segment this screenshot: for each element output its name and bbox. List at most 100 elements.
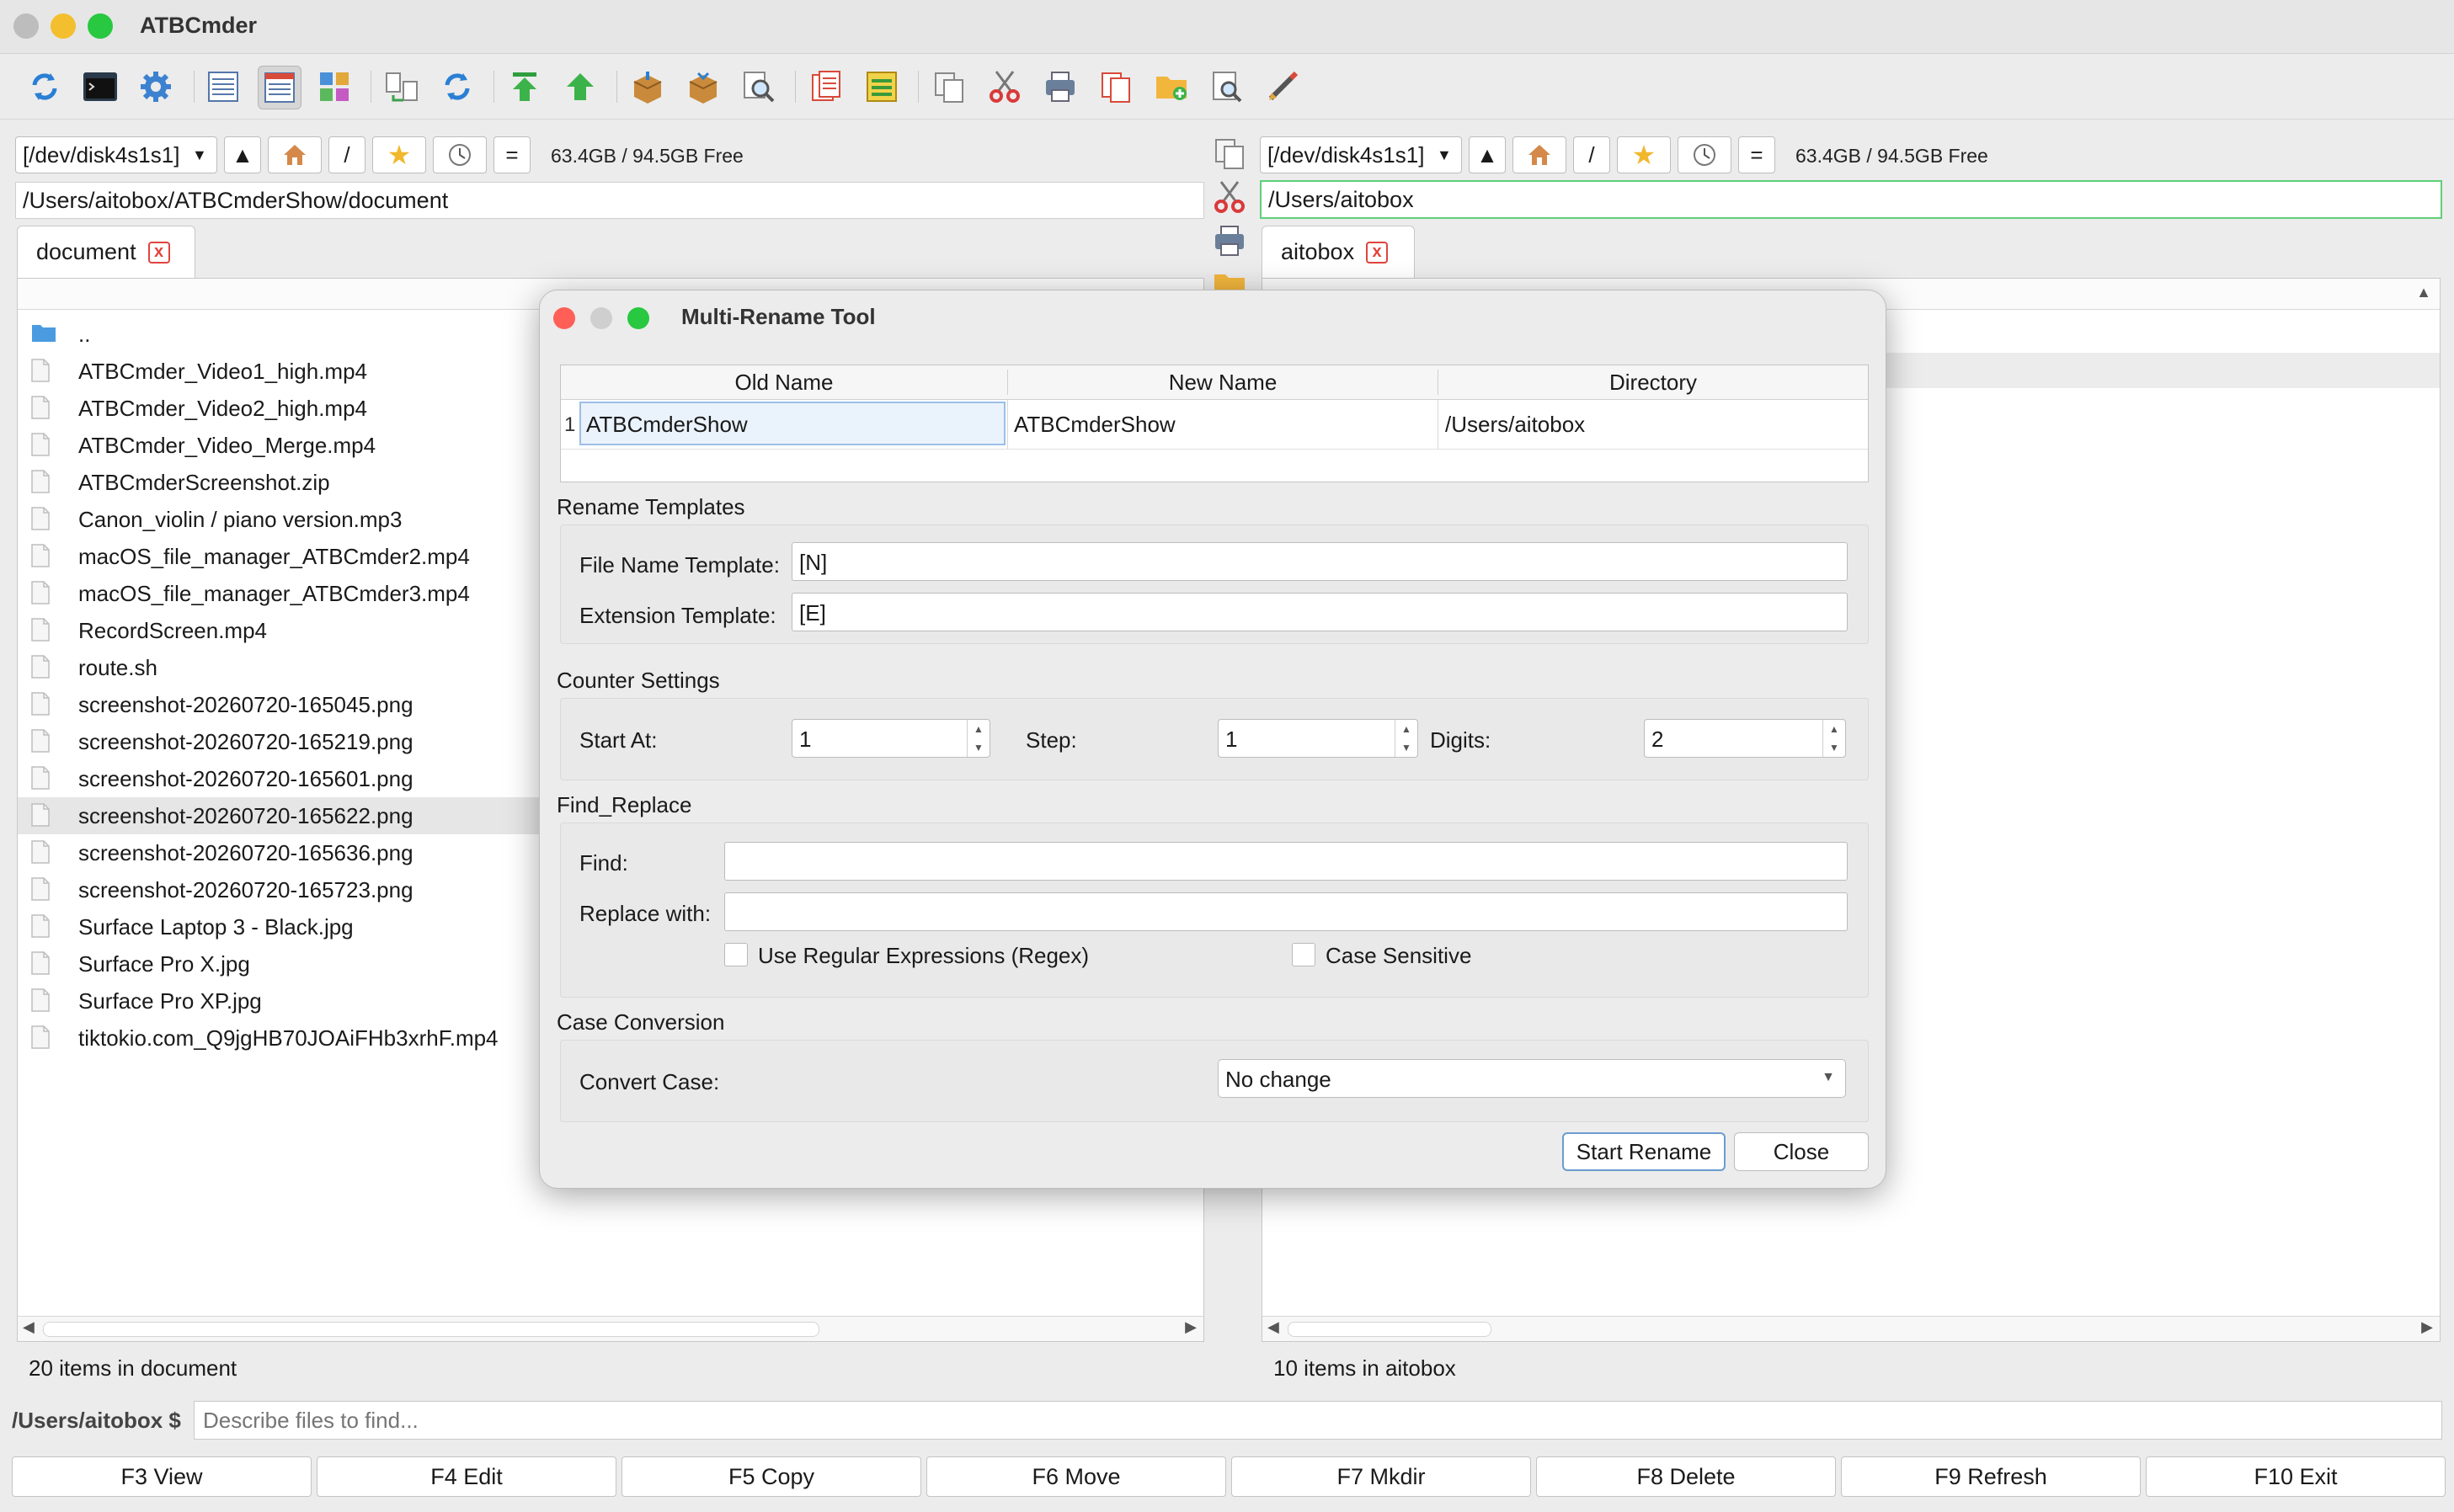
directory-cell[interactable]: /Users/aitobox: [1445, 412, 1585, 438]
left-history-button[interactable]: [433, 136, 487, 173]
column-header-new-name[interactable]: New Name: [1008, 370, 1438, 395]
file-icon: [31, 618, 51, 643]
right-equal-button[interactable]: =: [1738, 136, 1775, 173]
scroll-right-icon[interactable]: ▶: [2421, 1318, 2433, 1336]
left-home-button[interactable]: [268, 136, 322, 173]
table-row[interactable]: 1 ATBCmderShow ATBCmderShow /Users/aitob…: [561, 400, 1868, 450]
f3-view-button[interactable]: F3 View: [12, 1456, 312, 1497]
left-drive-selector[interactable]: [/dev/disk4s1s1]: [15, 136, 217, 173]
compare-dirs-icon[interactable]: [381, 66, 423, 108]
old-name-cell[interactable]: ATBCmderShow: [579, 402, 1006, 445]
right-favorites-button[interactable]: ★: [1617, 136, 1671, 173]
f7-mkdir-button[interactable]: F7 Mkdir: [1231, 1456, 1531, 1497]
file-name-template-input[interactable]: [N]: [792, 542, 1848, 581]
right-history-button[interactable]: [1678, 136, 1731, 173]
terminal-icon[interactable]: [79, 66, 121, 108]
dialog-zoom-dot[interactable]: [627, 307, 649, 329]
digits-stepper[interactable]: 2 ▲ ▼: [1644, 719, 1846, 758]
extension-template-input[interactable]: [E]: [792, 593, 1848, 631]
f9-refresh-button[interactable]: F9 Refresh: [1841, 1456, 2141, 1497]
regex-label[interactable]: Use Regular Expressions (Regex): [758, 943, 1089, 969]
file-name: RecordScreen.mp4: [78, 617, 267, 643]
convert-case-select[interactable]: No change ▼: [1218, 1059, 1846, 1098]
column-header-old-name[interactable]: Old Name: [561, 370, 1008, 395]
left-tab-document[interactable]: document x: [17, 226, 195, 278]
cut-icon[interactable]: [984, 66, 1026, 108]
f6-move-button[interactable]: F6 Move: [926, 1456, 1226, 1497]
column-header-directory[interactable]: Directory: [1438, 370, 1868, 395]
file-icon: [31, 1025, 51, 1051]
left-go-up-button[interactable]: ▲: [224, 136, 261, 173]
stepper-arrows-icon[interactable]: ▲ ▼: [967, 720, 990, 757]
right-drive-selector[interactable]: [/dev/disk4s1s1]: [1260, 136, 1462, 173]
multi-rename-icon[interactable]: [805, 66, 847, 108]
middle-copy-icon[interactable]: [1213, 136, 1250, 173]
left-root-button[interactable]: /: [328, 136, 365, 173]
stepper-arrows-icon[interactable]: ▲ ▼: [1395, 720, 1417, 757]
case-sensitive-checkbox[interactable]: [1292, 943, 1315, 966]
left-equal-button[interactable]: =: [493, 136, 531, 173]
left-favorites-button[interactable]: ★: [372, 136, 426, 173]
sync-dirs-icon[interactable]: [436, 66, 478, 108]
start-at-stepper[interactable]: 1 ▲ ▼: [792, 719, 990, 758]
new-name-cell[interactable]: ATBCmderShow: [1014, 412, 1176, 438]
middle-cut-icon[interactable]: [1213, 180, 1250, 217]
step-stepper[interactable]: 1 ▲ ▼: [1218, 719, 1418, 758]
scroll-left-icon[interactable]: ◀: [23, 1318, 35, 1336]
right-tab-aitobox[interactable]: aitobox x: [1262, 226, 1415, 278]
replace-input[interactable]: [724, 892, 1848, 931]
minimize-window-button[interactable]: [51, 13, 76, 39]
thumbnail-view-icon[interactable]: [313, 66, 355, 108]
file-name: Surface Pro XP.jpg: [78, 988, 262, 1014]
file-name: ATBCmderScreenshot.zip: [78, 469, 330, 495]
zoom-window-button[interactable]: [88, 13, 113, 39]
copy-icon[interactable]: [928, 66, 970, 108]
find-files-icon[interactable]: [738, 66, 780, 108]
stepper-arrows-icon[interactable]: ▲ ▼: [1822, 720, 1845, 757]
right-horizontal-scrollbar[interactable]: ◀ ▶: [1262, 1316, 2440, 1341]
close-window-button[interactable]: [13, 13, 39, 39]
command-input[interactable]: [194, 1401, 2442, 1440]
close-button[interactable]: Close: [1734, 1132, 1869, 1171]
file-name: ATBCmder_Video1_high.mp4: [78, 358, 368, 384]
right-root-button[interactable]: /: [1573, 136, 1610, 173]
left-horizontal-scrollbar[interactable]: ◀ ▶: [18, 1316, 1203, 1341]
right-path-field[interactable]: /Users/aitobox: [1260, 180, 2442, 219]
new-folder-icon[interactable]: [1150, 66, 1192, 108]
right-go-up-button[interactable]: ▲: [1469, 136, 1506, 173]
settings-gear-icon[interactable]: [135, 66, 177, 108]
dialog-close-dot[interactable]: [553, 307, 575, 329]
left-drive-value: [/dev/disk4s1s1]: [23, 142, 180, 168]
go-up-icon[interactable]: [559, 66, 601, 108]
scroll-right-icon[interactable]: ▶: [1185, 1318, 1197, 1336]
right-home-button[interactable]: [1512, 136, 1566, 173]
middle-print-icon[interactable]: [1213, 224, 1250, 261]
f5-copy-button[interactable]: F5 Copy: [622, 1456, 921, 1497]
full-view-icon[interactable]: [258, 66, 301, 109]
paste-icon[interactable]: [1095, 66, 1137, 108]
regex-checkbox[interactable]: [724, 943, 748, 966]
left-path-field[interactable]: /Users/aitobox/ATBCmderShow/document: [15, 182, 1204, 219]
close-tab-icon[interactable]: x: [147, 241, 170, 264]
refresh-icon[interactable]: [24, 66, 66, 108]
close-tab-icon[interactable]: x: [1366, 241, 1389, 264]
pack-icon[interactable]: [627, 66, 669, 108]
sort-ascending-icon[interactable]: ▲: [2416, 284, 2431, 301]
toolbar: [0, 54, 2454, 120]
split-file-icon[interactable]: [861, 66, 903, 108]
f8-delete-button[interactable]: F8 Delete: [1536, 1456, 1836, 1497]
edit-file-icon[interactable]: [1262, 66, 1304, 108]
brief-view-icon[interactable]: [202, 66, 244, 108]
scroll-left-icon[interactable]: ◀: [1267, 1318, 1279, 1336]
f4-edit-button[interactable]: F4 Edit: [317, 1456, 616, 1497]
go-root-icon[interactable]: [504, 66, 546, 108]
view-file-icon[interactable]: [1206, 66, 1248, 108]
f10-exit-button[interactable]: F10 Exit: [2146, 1456, 2446, 1497]
unpack-icon[interactable]: [682, 66, 724, 108]
case-sensitive-label[interactable]: Case Sensitive: [1326, 943, 1471, 969]
dialog-minimize-dot[interactable]: [590, 307, 612, 329]
start-rename-button[interactable]: Start Rename: [1562, 1132, 1726, 1171]
print-icon[interactable]: [1039, 66, 1081, 108]
file-name: ATBCmder_Video2_high.mp4: [78, 395, 368, 421]
find-input[interactable]: [724, 842, 1848, 881]
